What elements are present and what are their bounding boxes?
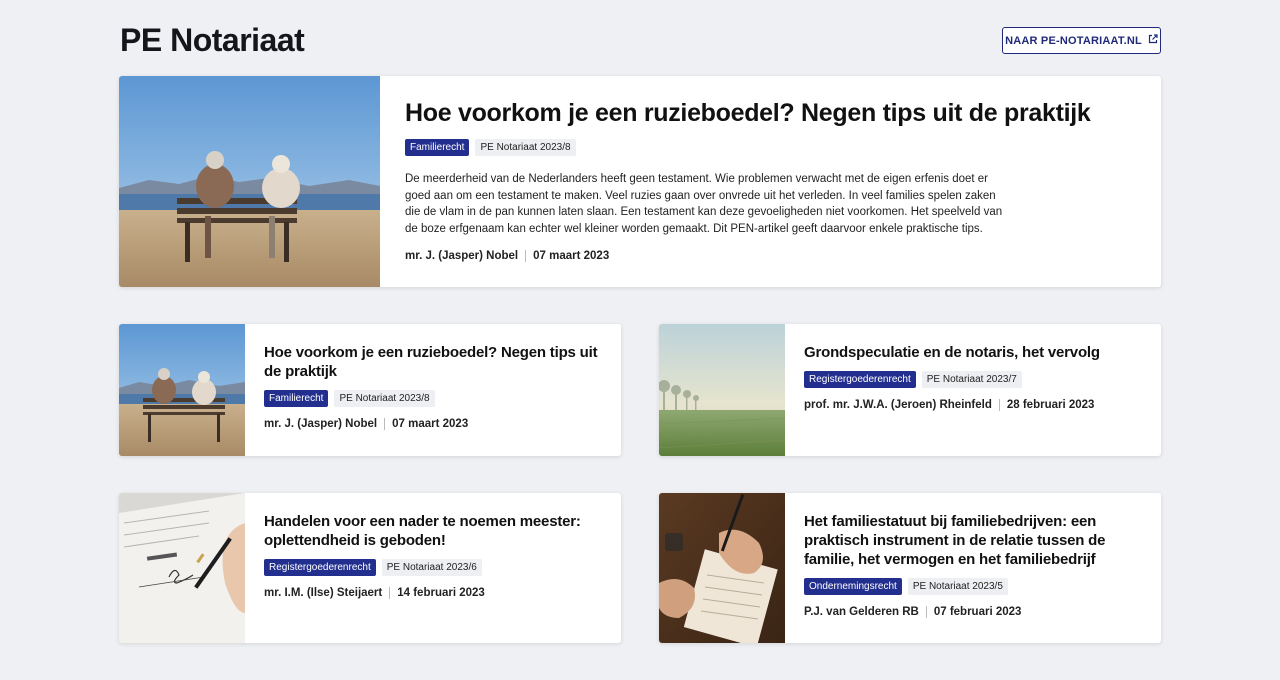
category-badge[interactable]: Familierecht	[405, 139, 470, 156]
issue-badge: PE Notariaat 2023/8	[475, 139, 576, 156]
issue-badge: PE Notariaat 2023/5	[907, 578, 1008, 595]
article-title[interactable]: Hoe voorkom je een ruzieboedel? Negen ti…	[264, 343, 603, 381]
article-date: 14 februari 2023	[397, 587, 485, 599]
page-title: PE Notariaat	[120, 22, 305, 58]
featured-article-summary: De meerderheid van de Nederlanders heeft…	[405, 173, 1003, 235]
article-author: mr. J. (Jasper) Nobel	[405, 250, 519, 262]
featured-article-title[interactable]: Hoe voorkom je een ruzieboedel? Negen ti…	[405, 98, 1136, 128]
article-meta: mr. I.M. (Ilse) Steijaert 14 februari 20…	[264, 587, 603, 599]
meta-divider	[998, 399, 1000, 411]
article-card[interactable]: Grondspeculatie en de notaris, het vervo…	[659, 324, 1161, 456]
article-meta: mr. J. (Jasper) Nobel 07 maart 2023	[264, 418, 603, 430]
article-meta: mr. J. (Jasper) Nobel 07 maart 2023	[405, 250, 1136, 262]
article-meta: prof. mr. J.W.A. (Jeroen) Rheinfeld 28 f…	[804, 399, 1143, 411]
category-badge[interactable]: Registergoederenrecht	[804, 371, 916, 388]
site-link-label: NAAR PE-NOTARIAAT.NL	[1005, 34, 1142, 47]
article-author: P.J. van Gelderen RB	[804, 606, 919, 618]
meta-divider	[384, 418, 386, 430]
category-badge[interactable]: Registergoederenrecht	[264, 559, 376, 576]
article-author: mr. J. (Jasper) Nobel	[264, 418, 378, 430]
article-tags: Registergoederenrecht PE Notariaat 2023/…	[264, 559, 603, 576]
issue-badge: PE Notariaat 2023/7	[921, 371, 1022, 388]
featured-article-tags: Familierecht PE Notariaat 2023/8	[405, 139, 1136, 156]
article-card[interactable]: Handelen voor een nader te noemen meeste…	[119, 493, 621, 643]
article-date: 28 februari 2023	[1006, 399, 1095, 411]
meta-divider	[925, 606, 927, 618]
elderly-couple-bench-photo	[119, 324, 245, 456]
article-date: 07 maart 2023	[533, 250, 610, 262]
article-tags: Ondernemingsrecht PE Notariaat 2023/5	[804, 578, 1143, 595]
issue-badge: PE Notariaat 2023/8	[334, 390, 435, 407]
category-badge[interactable]: Ondernemingsrecht	[804, 578, 902, 595]
article-tags: Registergoederenrecht PE Notariaat 2023/…	[804, 371, 1143, 388]
article-tags: Familierecht PE Notariaat 2023/8	[264, 390, 603, 407]
misty-field-photo	[659, 324, 785, 456]
article-meta: P.J. van Gelderen RB 07 februari 2023	[804, 606, 1143, 618]
signing-document-photo	[119, 493, 245, 643]
article-date: 07 februari 2023	[933, 606, 1022, 618]
article-title[interactable]: Handelen voor een nader te noemen meeste…	[264, 512, 603, 550]
article-title[interactable]: Grondspeculatie en de notaris, het vervo…	[804, 343, 1143, 362]
elderly-couple-bench-photo	[119, 76, 380, 287]
article-card[interactable]: Hoe voorkom je een ruzieboedel? Negen ti…	[119, 324, 621, 456]
article-date: 07 maart 2023	[392, 418, 469, 430]
external-link-icon	[1148, 34, 1158, 47]
article-author: mr. I.M. (Ilse) Steijaert	[264, 587, 383, 599]
site-link-button[interactable]: NAAR PE-NOTARIAAT.NL	[1002, 27, 1161, 54]
meta-divider	[389, 587, 391, 599]
featured-article-card[interactable]: Hoe voorkom je een ruzieboedel? Negen ti…	[119, 76, 1161, 287]
article-author: prof. mr. J.W.A. (Jeroen) Rheinfeld	[804, 399, 992, 411]
category-badge[interactable]: Familierecht	[264, 390, 329, 407]
meta-divider	[525, 250, 527, 262]
article-card[interactable]: Het familiestatuut bij familiebedrijven:…	[659, 493, 1161, 643]
issue-badge: PE Notariaat 2023/6	[381, 559, 482, 576]
article-title[interactable]: Het familiestatuut bij familiebedrijven:…	[804, 512, 1143, 569]
hands-writing-photo	[659, 493, 785, 643]
